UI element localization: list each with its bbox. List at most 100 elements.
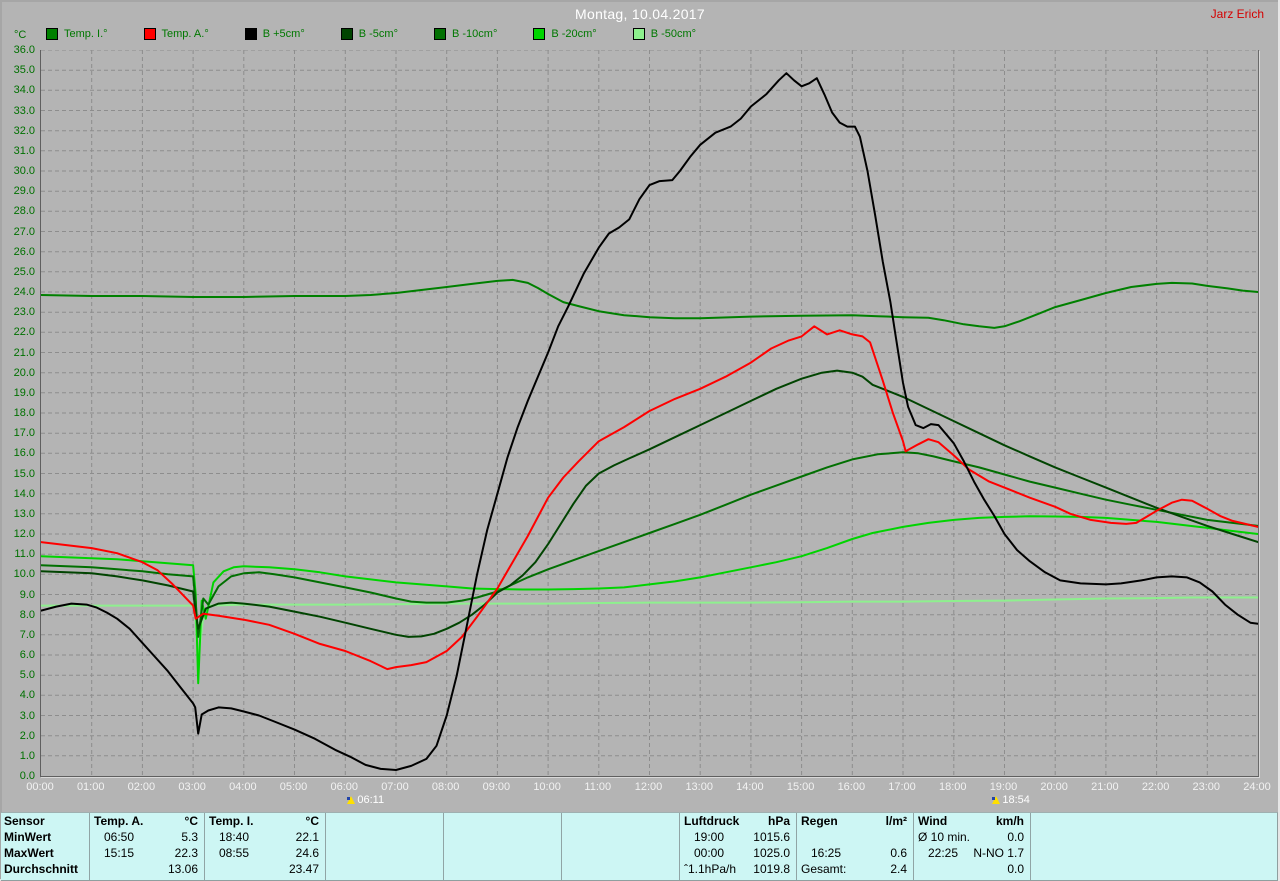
y-tick-label: 32.0: [13, 124, 35, 137]
stats-group-title: [446, 813, 448, 829]
stats-cell-value: [437, 861, 441, 877]
x-tick-label: 06:00: [330, 781, 359, 793]
stats-row-label: MinWert: [4, 830, 52, 844]
y-tick-label: 14.0: [13, 487, 35, 500]
legend-swatch-icon: [340, 28, 353, 40]
legend-label: Temp. I.°: [64, 28, 108, 40]
user-name-label: Jarz Erich: [1210, 7, 1264, 21]
legend-swatch-icon: [433, 28, 446, 40]
weather-app-window: Montag, 10.04.2017 Jarz Erich °C Temp. I…: [0, 0, 1280, 881]
legend-item-tempa[interactable]: Temp. A.°: [143, 28, 209, 40]
sunrise-time-label: 06:11: [357, 794, 385, 806]
stats-cell-value: [673, 829, 677, 845]
stats-cell-time: 22:25: [928, 846, 959, 860]
stats-group-empty: [443, 813, 561, 880]
stats-group-unit: [437, 813, 441, 829]
y-tick-label: 2.0: [19, 729, 35, 742]
x-tick-label: 22:00: [1141, 781, 1170, 793]
sunrise-icon: [347, 796, 356, 804]
sunrise-marker: 06:11: [347, 794, 384, 806]
stats-cell-value: [907, 829, 911, 845]
x-tick-label: 05:00: [279, 781, 308, 793]
stats-cell-value: 0.0: [1007, 830, 1024, 844]
legend-swatch-icon: [244, 28, 257, 40]
stats-cell-time: [328, 829, 340, 845]
stats-cell-time: [564, 861, 576, 877]
stats-group-tempa: Temp. A. °C 06:50 5.3 15:15 22.3 13.06: [89, 813, 204, 880]
stats-group-title: [328, 813, 330, 829]
stats-group-unit: [673, 813, 677, 829]
stats-cell-time: [207, 861, 219, 877]
sunset-time-label: 18:54: [1002, 794, 1030, 806]
y-tick-label: 34.0: [13, 84, 35, 97]
stats-cell-time: 08:55: [219, 846, 250, 860]
x-tick-label: 03:00: [178, 781, 206, 793]
legend-label: B +5cm°: [262, 28, 305, 40]
legend-item-b-20cm[interactable]: B -20cm°: [533, 28, 597, 40]
stats-cell-time: [1033, 845, 1045, 861]
y-tick-label: 12.0: [13, 528, 35, 540]
stats-cell-value: 22.3: [174, 846, 198, 860]
stats-group-title: Luftdruck: [684, 814, 740, 828]
y-tick-label: 3.0: [19, 709, 35, 722]
y-tick-label: 16.0: [13, 447, 35, 460]
y-tick-label: 4.0: [19, 689, 35, 702]
legend-label: Temp. A.°: [161, 28, 209, 40]
chart-plot-area[interactable]: [40, 50, 1259, 777]
y-tick-label: 28.0: [13, 205, 35, 218]
series-line-b-50cm: [41, 596, 1258, 663]
y-tick-label: 29.0: [13, 185, 35, 198]
legend-item-tempi[interactable]: Temp. I.°: [46, 28, 108, 40]
stats-cell-time: 18:40: [219, 830, 250, 844]
stats-row-label: MaxWert: [4, 846, 54, 860]
stats-cell-value: [437, 845, 441, 861]
grid-lines: [41, 50, 1258, 776]
legend-label: B -5cm°: [358, 28, 398, 40]
stats-cell-time: Gesamt:: [801, 862, 847, 876]
stats-cell-time: 00:00: [694, 846, 725, 860]
x-tick-label: 19:00: [989, 781, 1018, 793]
stats-group-title: Wind: [918, 814, 948, 828]
y-tick-label: 6.0: [19, 649, 35, 661]
stats-group-luftdruck: Luftdruck hPa 19:00 1015.6 00:00 1025.0 ˆ1.1hP…: [679, 813, 796, 880]
y-tick-label: 7.0: [19, 628, 35, 641]
x-tick-label: 20:00: [1040, 781, 1068, 793]
stats-cell-time: ˆ1.1hPa/h: [684, 862, 737, 876]
x-tick-label: 10:00: [533, 781, 561, 793]
stats-row-label: Sensor: [4, 814, 45, 828]
x-tick-label: 08:00: [431, 781, 460, 793]
sunset-marker: 18:54: [992, 794, 1030, 806]
y-tick-label: 24.0: [13, 286, 35, 298]
y-tick-label: 1.0: [19, 749, 35, 762]
x-tick-label: 17:00: [888, 781, 916, 793]
y-tick-label: 10.0: [13, 568, 35, 581]
y-tick-label: 27.0: [13, 225, 35, 238]
x-tick-label: 09:00: [482, 781, 511, 793]
y-tick-label: 19.0: [13, 386, 35, 399]
legend-item-b+5cm[interactable]: B +5cm°: [244, 28, 305, 40]
stats-cell-value: 0.0: [1007, 862, 1024, 876]
y-axis-unit-label: °C: [14, 29, 27, 41]
x-tick-label: 15:00: [786, 781, 815, 793]
legend-item-b-5cm[interactable]: B -5cm°: [340, 28, 398, 40]
stats-group-wind: Wind km/h Ø 10 min. 0.0 22:25 N-NO 1.7 0.0: [913, 813, 1030, 880]
y-tick-label: 26.0: [13, 245, 35, 258]
x-tick-label: 18:00: [938, 781, 967, 793]
stats-cell-value: 23.47: [288, 862, 319, 876]
legend-item-b-50cm[interactable]: B -50cm°: [632, 28, 696, 40]
stats-cell-time: [799, 829, 811, 845]
y-tick-label: 15.0: [13, 467, 35, 480]
x-tick-label: 16:00: [837, 781, 866, 793]
legend-label: B -10cm°: [451, 28, 498, 40]
stats-row-label: Durchschnitt: [4, 862, 79, 876]
y-tick-label: 11.0: [14, 548, 35, 561]
legend-item-b-10cm[interactable]: B -10cm°: [433, 28, 498, 40]
y-tick-label: 8.0: [19, 608, 35, 621]
chart-canvas: [41, 50, 1258, 776]
stats-row-header-column: Sensor MinWert MaxWert Durchschnitt: [1, 813, 89, 880]
x-tick-label: 01:00: [76, 781, 105, 793]
page-title: Montag, 10.04.2017: [575, 6, 705, 22]
y-tick-label: 9.0: [19, 588, 35, 601]
y-tick-label: 36.0: [13, 44, 35, 56]
stats-group-empty: [1030, 813, 1280, 880]
